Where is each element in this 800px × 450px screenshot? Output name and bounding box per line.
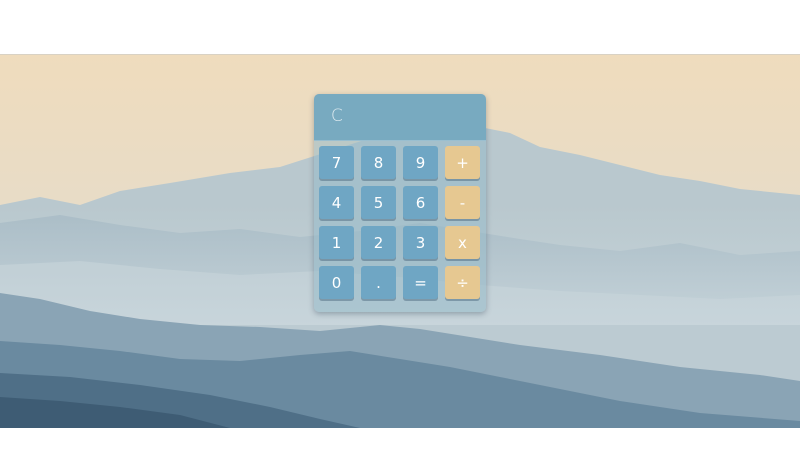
digit-9-key[interactable]: 9: [403, 146, 438, 179]
digit-0-key[interactable]: 0: [319, 266, 354, 299]
display-value: C: [331, 106, 344, 126]
multiply-key[interactable]: x: [445, 226, 480, 259]
digit-6-key[interactable]: 6: [403, 186, 438, 219]
digit-5-key[interactable]: 5: [361, 186, 396, 219]
page: C 7 8 9 +4 5 6- 1 2 3 x 0. = ÷: [0, 0, 800, 450]
equals-key[interactable]: =: [403, 266, 438, 299]
digit-3-key[interactable]: 3: [403, 226, 438, 259]
digit-2-key[interactable]: 2: [361, 226, 396, 259]
add-key[interactable]: +: [445, 146, 480, 179]
digit-8-key[interactable]: 8: [361, 146, 396, 179]
decimal-key[interactable]: .: [361, 266, 396, 299]
divide-key[interactable]: ÷: [445, 266, 480, 299]
subtract-key[interactable]: -: [445, 186, 480, 219]
digit-7-key[interactable]: 7: [319, 146, 354, 179]
digit-1-key[interactable]: 1: [319, 226, 354, 259]
digit-4-key[interactable]: 4: [319, 186, 354, 219]
calculator: C 7 8 9 +4 5 6- 1 2 3 x 0. = ÷: [314, 94, 486, 312]
keypad: 7 8 9 +4 5 6- 1 2 3 x 0. = ÷: [319, 146, 483, 299]
calculator-display: C: [314, 94, 486, 141]
